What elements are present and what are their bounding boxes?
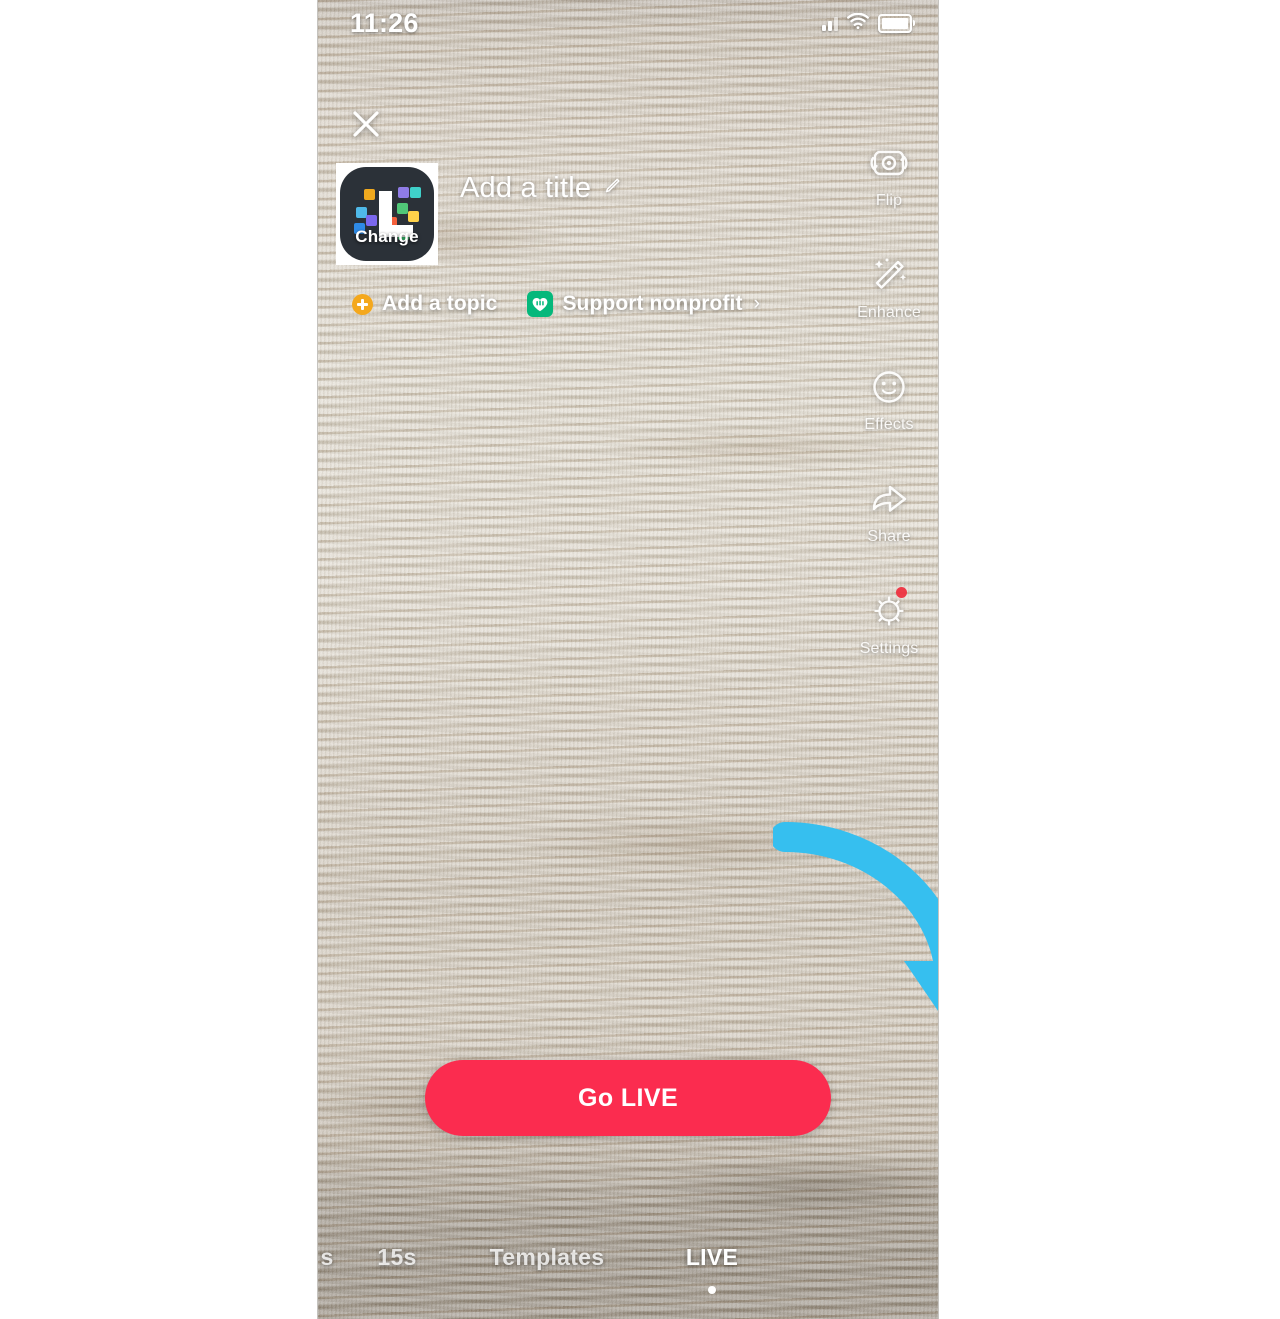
sidebar-item-effects[interactable]: Effects [864,364,914,434]
nonprofit-heart-icon [527,291,554,317]
cover-thumbnail-art: Change [340,167,434,261]
support-nonprofit-label: Support nonprofit [562,292,743,315]
magic-wand-icon [866,252,912,298]
pencil-icon [602,176,622,201]
add-topic-label: Add a topic [382,292,498,315]
add-title-button[interactable]: Add a title [460,163,622,205]
sidebar-item-enhance[interactable]: Enhance [857,252,921,322]
page-canvas: 11:26 Change Add a title Add a topic Sup… [0,0,1280,1319]
add-topic-button[interactable]: Add a topic [352,292,497,316]
cover-pixel [408,211,419,222]
sidebar-item-share[interactable]: Share [866,476,912,546]
sidebar-item-settings[interactable]: Settings [859,587,919,658]
sidebar-item-label: Flip [875,192,903,209]
cover-thumbnail[interactable]: Change [336,163,438,265]
chips-row: Add a topic Support nonprofit › [352,291,760,317]
status-bar-icons [822,12,915,34]
chevron-right-icon: › [753,293,760,314]
status-bar-time: 11:26 [350,7,419,38]
mode-tab-live-label: LIVE [685,1244,739,1270]
smiley-face-icon [866,364,912,410]
right-sidebar: Flip Enhance Effects Share Settings [846,140,932,658]
sidebar-item-label: Enhance [857,304,921,321]
mode-tab-bar: s 15s Templates LIVE [318,1240,938,1294]
cover-pixel [397,203,408,214]
camera-flip-icon [866,140,912,186]
signal-bars-icon [822,16,838,31]
plus-badge-icon [352,293,373,315]
cover-pixel [364,189,375,200]
sidebar-item-label: Effects [864,416,914,433]
add-title-placeholder: Add a title [460,172,592,204]
active-tab-indicator-dot [708,1286,716,1294]
sidebar-item-label: Share [867,528,911,545]
mode-tab-templates[interactable]: Templates [452,1240,642,1275]
sidebar-item-label: Settings [859,640,919,657]
share-arrow-icon [866,476,912,522]
mode-tab-live[interactable]: LIVE [642,1240,782,1294]
mode-tab-15s[interactable]: 15s [342,1240,452,1275]
sidebar-item-flip[interactable]: Flip [866,140,912,210]
cover-pixel [366,215,377,226]
title-row: Change Add a title [336,163,622,265]
go-live-button[interactable]: Go LIVE [425,1060,831,1136]
battery-full-icon [878,13,915,33]
cover-pixel [398,187,409,198]
phone-screenshot-frame: 11:26 Change Add a title Add a topic Sup… [318,0,938,1319]
wifi-icon [847,12,869,34]
gear-icon [866,588,912,634]
status-bar: 11:26 [318,0,938,46]
cover-pixel [410,187,421,198]
close-icon[interactable] [346,104,386,144]
cover-change-label: Change [355,227,419,246]
support-nonprofit-button[interactable]: Support nonprofit › [527,291,760,317]
mode-tab-60s[interactable]: s [318,1240,342,1275]
